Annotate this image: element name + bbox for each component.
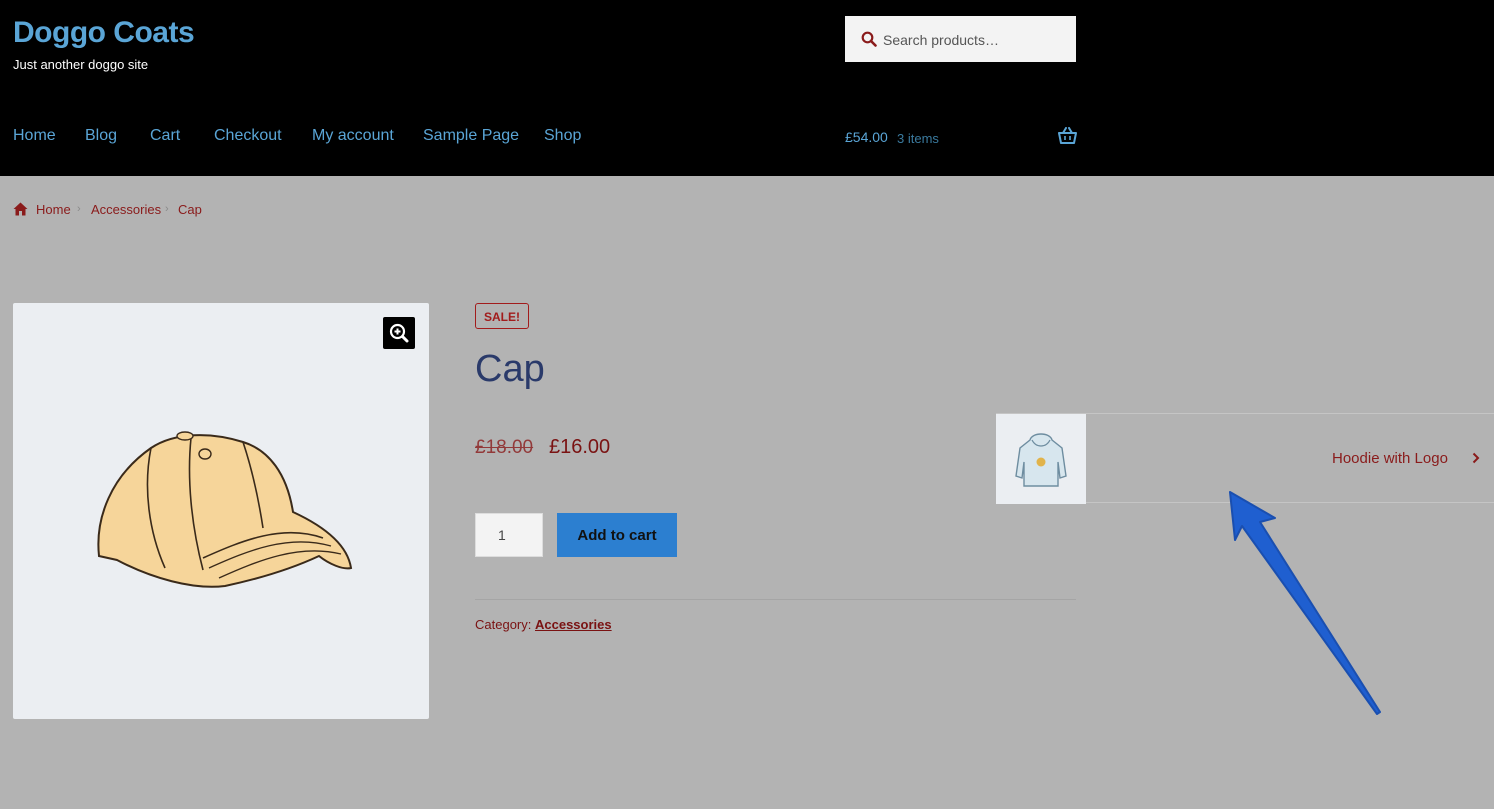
product-image[interactable] (13, 303, 429, 719)
product-meta: Category: Accessories (475, 617, 612, 632)
divider (475, 599, 1076, 600)
price-sale: £16.00 (549, 436, 611, 458)
search-input[interactable] (881, 16, 1075, 64)
search-box[interactable] (845, 16, 1076, 64)
nav-item-my-account[interactable]: My account (312, 127, 394, 145)
annotation-arrow-icon (1229, 491, 1381, 715)
add-to-cart-button[interactable]: Add to cart (557, 513, 677, 557)
quantity-input[interactable] (475, 513, 543, 557)
hoodie-icon (1015, 433, 1067, 487)
basket-icon[interactable] (1058, 127, 1077, 144)
chevron-right-icon (1472, 452, 1480, 464)
breadcrumb-home[interactable]: Home (36, 202, 71, 217)
nav-item-home[interactable]: Home (13, 127, 56, 145)
breadcrumb-current: Cap (178, 202, 202, 217)
home-icon (13, 202, 28, 216)
product-title: Cap (475, 348, 545, 390)
nav-item-sample-page[interactable]: Sample Page (423, 127, 519, 145)
category-link[interactable]: Accessories (535, 617, 612, 632)
price-original: £18.00 (475, 437, 534, 458)
breadcrumb-separator-icon: › (165, 203, 169, 215)
header-cart-total[interactable]: £54.00 (845, 129, 888, 145)
zoom-button[interactable] (383, 317, 415, 349)
cap-illustration (97, 431, 353, 588)
nav-item-cart[interactable]: Cart (150, 127, 180, 145)
nav-item-shop[interactable]: Shop (544, 127, 581, 145)
header-cart-count[interactable]: 3 items (897, 131, 939, 146)
sale-badge: SALE! (475, 303, 529, 329)
breadcrumb-separator-icon: › (77, 203, 81, 215)
site-header: Doggo Coats Just another doggo site Home… (0, 0, 1494, 176)
breadcrumb-accessories[interactable]: Accessories (91, 202, 161, 217)
category-label: Category: (475, 617, 532, 632)
site-tagline: Just another doggo site (13, 57, 149, 72)
site-title[interactable]: Doggo Coats (13, 16, 195, 50)
search-icon (861, 31, 877, 47)
nav-item-blog[interactable]: Blog (85, 127, 117, 145)
next-product-label: Hoodie with Logo (1332, 450, 1448, 467)
next-product-thumbnail (996, 414, 1086, 504)
zoom-in-icon (389, 323, 409, 343)
nav-item-checkout[interactable]: Checkout (214, 127, 282, 145)
